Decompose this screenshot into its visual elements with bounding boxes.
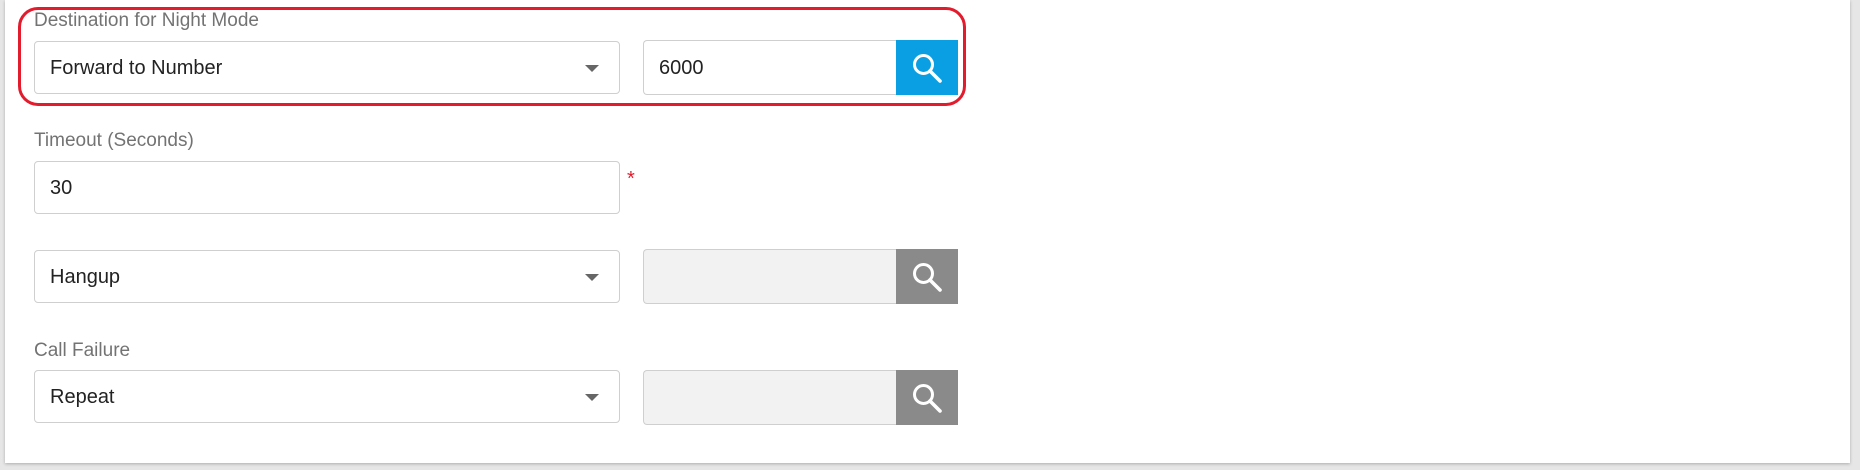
night-mode-label: Destination for Night Mode <box>34 10 259 31</box>
call-failure-search-button[interactable] <box>896 370 958 425</box>
required-indicator: * <box>627 168 635 190</box>
timeout-action-target-lookup <box>643 249 958 304</box>
caret-down-icon <box>585 274 599 281</box>
timeout-action-type-value: Hangup <box>50 266 121 288</box>
timeout-input[interactable]: 30 <box>34 161 620 214</box>
search-icon <box>913 53 942 83</box>
call-failure-type-select[interactable]: Repeat <box>34 370 620 423</box>
night-mode-search-button[interactable] <box>896 40 958 95</box>
timeout-value: 30 <box>50 177 73 199</box>
caret-down-icon <box>585 65 599 72</box>
search-icon <box>913 262 942 292</box>
call-failure-label: Call Failure <box>34 340 131 361</box>
night-mode-number-input[interactable]: 6000 <box>643 40 897 95</box>
call-failure-target-input[interactable] <box>643 370 897 425</box>
timeout-action-search-button[interactable] <box>896 249 958 304</box>
caret-down-icon <box>585 394 599 401</box>
night-mode-type-select[interactable]: Forward to Number <box>34 41 620 94</box>
search-icon <box>913 383 942 413</box>
timeout-label: Timeout (Seconds) <box>34 130 194 151</box>
call-failure-type-value: Repeat <box>50 386 115 408</box>
timeout-action-target-input[interactable] <box>643 249 897 304</box>
form-card: Destination for Night Mode Forward to Nu… <box>5 0 1850 463</box>
night-mode-number-lookup: 6000 <box>643 40 958 95</box>
timeout-action-type-select[interactable]: Hangup <box>34 250 620 303</box>
night-mode-number-value: 6000 <box>659 57 704 79</box>
night-mode-type-value: Forward to Number <box>50 57 223 79</box>
call-failure-target-lookup <box>643 370 958 425</box>
